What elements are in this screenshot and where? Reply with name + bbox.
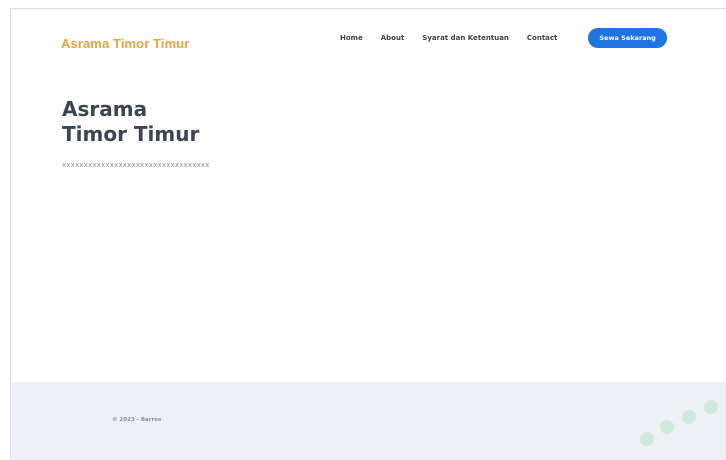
rent-now-button[interactable]: Sewa Sekarang bbox=[588, 28, 667, 48]
nav-link-contact[interactable]: Contact bbox=[527, 34, 558, 42]
watermark-mark bbox=[660, 420, 674, 434]
main-nav: Home About Syarat dan Ketentuan Contact … bbox=[340, 28, 667, 48]
hero-title-line-1: Asrama bbox=[62, 97, 148, 121]
hero-title: Asrama Timor Timur bbox=[62, 97, 199, 147]
hero-title-line-2: Timor Timur bbox=[62, 122, 200, 146]
page: Asrama Timor Timur Home About Syarat dan… bbox=[0, 0, 726, 460]
nav-link-about[interactable]: About bbox=[381, 34, 405, 42]
watermark-mark bbox=[704, 400, 718, 414]
footer-copyright: © 2023 - Barros bbox=[112, 417, 162, 423]
watermark-mark bbox=[682, 410, 696, 424]
watermark-mark bbox=[640, 432, 654, 446]
nav-link-home[interactable]: Home bbox=[340, 34, 363, 42]
nav-link-terms[interactable]: Syarat dan Ketentuan bbox=[422, 34, 509, 42]
brand-logo-text[interactable]: Asrama Timor Timur bbox=[61, 36, 189, 51]
hero-subtitle: xxxxxxxxxxxxxxxxxxxxxxxxxxxxxxxxxx bbox=[62, 161, 210, 169]
